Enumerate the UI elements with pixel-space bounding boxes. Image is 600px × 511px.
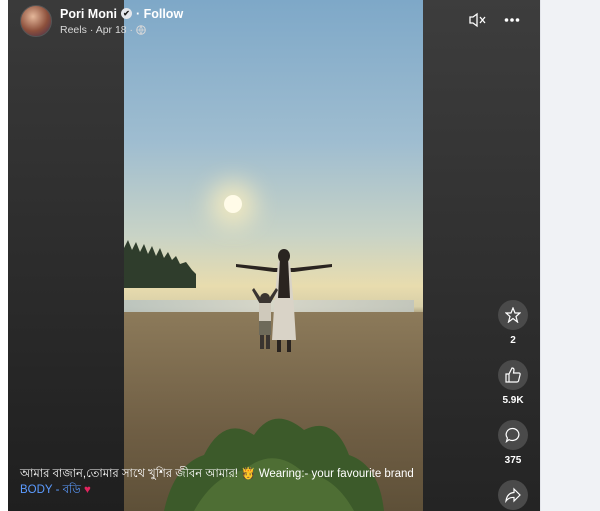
like-count: 5.9K <box>502 395 524 406</box>
avatar[interactable] <box>20 5 52 37</box>
caption-text: আমার বাজান,তোমার সাথে খুশির জীবন আমার! 🫅… <box>20 468 414 480</box>
verified-badge-icon: ✔ <box>120 8 132 19</box>
reel-video[interactable] <box>124 0 423 511</box>
top-controls <box>468 10 522 30</box>
source-label[interactable]: Reels <box>60 24 87 36</box>
comment-button[interactable] <box>498 420 528 450</box>
reel-actions: 2 5.9K 375 <box>496 300 530 511</box>
sun <box>224 195 242 213</box>
share-arrow-icon <box>505 487 521 503</box>
speaker-muted-icon[interactable] <box>468 10 488 30</box>
star-share-icon <box>505 307 521 323</box>
hashtag-link[interactable]: BODY - বডি <box>20 484 81 496</box>
right-sidebar <box>540 0 600 511</box>
page-margin <box>0 0 8 511</box>
heart-emoji: ♥ <box>83 484 91 496</box>
thumbs-up-icon <box>505 367 521 383</box>
post-date[interactable]: · Apr 18 · <box>90 24 133 36</box>
follow-link[interactable]: · Follow <box>136 7 183 21</box>
like-button[interactable] <box>498 360 528 390</box>
reel-caption: আমার বাজান,তোমার সাথে খুশির জীবন আমার! 🫅… <box>20 466 490 498</box>
share-button[interactable] <box>498 480 528 510</box>
reel-player[interactable]: Pori Moni ✔ · Follow Reels · Apr 18 · 2 … <box>8 0 540 511</box>
tree-line <box>124 240 196 288</box>
comment-icon <box>505 427 520 443</box>
more-options-icon[interactable] <box>502 10 522 30</box>
globe-icon <box>136 24 146 35</box>
child-figure <box>252 288 278 349</box>
video-left-backdrop <box>8 0 124 511</box>
woman-figure <box>236 249 332 352</box>
author-name[interactable]: Pori Moni <box>60 7 117 21</box>
star-share-button[interactable] <box>498 300 528 330</box>
share-count: 2 <box>510 335 516 346</box>
comment-count: 375 <box>504 455 522 466</box>
post-header: Pori Moni ✔ · Follow Reels · Apr 18 · <box>20 5 183 37</box>
